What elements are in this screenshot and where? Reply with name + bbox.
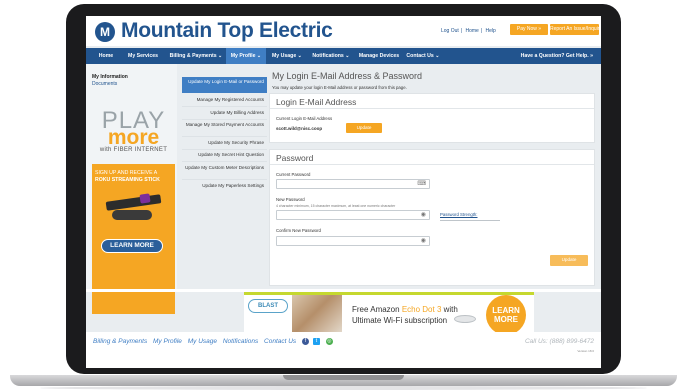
password-strength-label[interactable]: Password Strength: [440,212,478,217]
nav-manage-devices[interactable]: Manage Devices [356,48,402,64]
logout-link[interactable]: Log Out [441,28,459,34]
banner-learn-text: LEARN [492,306,520,315]
password-section-title: Password [276,153,314,163]
footer-links: Billing & Payments My Profile My Usage N… [93,338,337,345]
main-nav: Home My Services Billing & Payments ⌄ My… [86,48,601,64]
subnav-divider [182,149,267,150]
nav-home[interactable]: Home [94,48,118,64]
laptop-notch [283,375,404,380]
current-email-value: scott.wild@nisc.coop [276,126,323,131]
nav-notifications[interactable]: Notifications ⌄ [308,48,354,64]
footer-billing-link[interactable]: Billing & Payments [93,338,147,345]
echo-dot-image [454,315,476,323]
password-update-button[interactable]: Update [550,255,588,266]
subnav-billing-address[interactable]: Update My Billing Address [182,110,267,116]
banner-text-c: with [441,305,458,314]
home-link[interactable]: Home [466,28,479,34]
nav-contact-us[interactable]: Contact Us ⌄ [404,48,442,64]
left-sidebar: My Information Documents PLAY more with … [86,64,177,314]
banner-text-line2: Ultimate Wi-Fi subscription [352,316,448,325]
roku-stick-tip [139,193,151,204]
blast-logo: BLAST [248,299,288,313]
logo-icon[interactable]: M [95,22,115,42]
site-header: M Mountain Top Electric Log Out | Home | H… [86,16,601,46]
password-hint: 4 character minimum, 15 character maximu… [276,204,396,208]
banner-text-a: Free Amazon [352,305,402,314]
learn-more-button[interactable]: LEARN MORE [101,239,163,253]
new-password-label: New Password [276,197,305,202]
nav-billing-payments[interactable]: Billing & Payments ⌄ [166,48,226,64]
password-panel: Password Current Password ⌨ New Password… [269,149,595,286]
subnav-stored-payments[interactable]: Manage My Stored Payment Accounts [182,122,267,128]
facebook-icon[interactable]: f [302,338,309,345]
new-password-input[interactable]: ◉ [276,210,430,220]
show-password-icon[interactable]: ◉ [421,212,426,219]
page-subtitle: You may update your login E-Mail address… [272,85,407,90]
banner-text-echo: Echo Dot 3 [401,305,442,314]
footer-contact-link[interactable]: Contact Us [264,338,296,345]
main-content: My Login E-Mail Address & Password You m… [267,71,597,289]
nav-my-profile[interactable]: My Profile ⌄ [226,48,266,64]
footer-profile-link[interactable]: My Profile [153,338,182,345]
subnav-divider [182,179,267,180]
nav-my-services[interactable]: My Services [122,48,164,64]
blast-banner[interactable]: BLAST Free Amazon Echo Dot 3 with Ultima… [244,292,534,332]
subnav-update-login[interactable]: Update My Login E-Mail or Password [182,77,267,93]
current-password-label: Current Password [276,172,311,177]
family-photo [292,295,342,332]
subnav-security-phrase[interactable]: Update My Security Phrase [182,140,267,146]
banner-more-text: MORE [494,315,518,324]
promo-line-1: SIGN UP AND RECEIVE A [95,170,158,176]
show-password-icon[interactable]: ◉ [421,238,426,245]
roku-stick-image [105,194,162,211]
subnav-divider [182,161,267,162]
site-logo-text[interactable]: Mountain Top Electric [121,19,333,43]
panel-divider [270,164,594,165]
confirm-password-input[interactable]: ◉ [276,236,430,246]
banner-message: Free Amazon Echo Dot 3 with Ultimate Wi-… [352,304,458,326]
panel-divider [270,108,594,109]
footer-usage-link[interactable]: My Usage [188,338,217,345]
twitter-icon[interactable]: t [313,338,320,345]
email-update-button[interactable]: Update [346,123,382,133]
ad-fiber-text: with FIBER INTERNET [99,147,168,153]
nav-my-usage[interactable]: My Usage ⌄ [268,48,306,64]
subnav-divider [182,119,267,120]
email-panel: Login E-Mail Address Current Login E-Mai… [269,93,595,143]
call-us-text: Call Us: (888) 899-6472 [524,338,594,345]
pay-now-button[interactable]: Pay Now » [510,24,548,35]
subnav-paperless[interactable]: Update My Paperless Settings [182,183,267,189]
subnav-meter-descriptions[interactable]: Update My Custom Meter Descriptions [182,165,267,171]
utility-links: Log Out | Home | Help [441,28,496,34]
banner-learn-more-button[interactable]: LEARN MORE [486,295,526,332]
subnav-secret-hint[interactable]: Update My Secret Hint Question [182,152,267,158]
keyboard-icon[interactable]: ⌨ [417,181,426,188]
help-link[interactable]: Help [486,28,496,34]
sidebar-heading: My Information [92,74,128,80]
report-issue-button[interactable]: Report An Issue/Inquiry [550,24,601,35]
subnav-divider [182,106,267,107]
password-strength-meter [440,220,500,221]
version-text: Version 18.0 [577,349,594,353]
current-password-input[interactable]: ⌨ [276,179,430,189]
current-email-label: Current Login E-Mail Address [276,116,333,121]
footer-notifications-link[interactable]: Notifications [223,338,258,345]
laptop-shadow [40,386,647,390]
subnav-registered-accounts[interactable]: Manage My Registered Accounts [182,97,267,103]
subnav-divider [182,136,267,137]
site-footer: Billing & Payments My Profile My Usage N… [86,332,601,368]
confirm-password-label: Confirm New Password [276,228,321,233]
screen: M Mountain Top Electric Log Out | Home | H… [86,16,601,368]
stage: M Mountain Top Electric Log Out | Home | H… [0,0,687,391]
email-section-title: Login E-Mail Address [276,97,357,107]
roku-remote-image [112,210,152,220]
promo-line-2: ROKU STREAMING STICK [95,176,160,183]
social-icon[interactable]: ◎ [325,338,333,345]
sidebar-documents-link[interactable]: Documents [92,81,117,87]
promo-headline: SIGN UP AND RECEIVE A ROKU STREAMING STI… [95,170,171,183]
get-help-link[interactable]: Have a Question? Get Help. » [521,48,593,64]
page-title: My Login E-Mail Address & Password [272,71,423,81]
